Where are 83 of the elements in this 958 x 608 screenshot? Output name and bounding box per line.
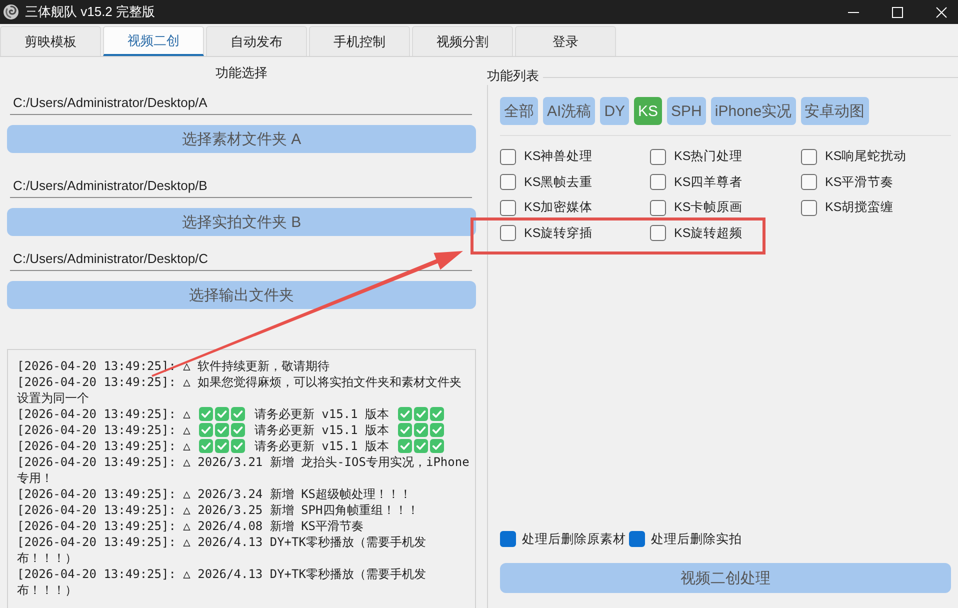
checkbox[interactable] <box>801 148 817 165</box>
checkbox[interactable] <box>650 148 666 165</box>
check-icon <box>231 407 246 421</box>
log-text: 请务必更新 v15.1 版本 <box>254 438 389 454</box>
checkbox-label: KS旋转穿插 <box>524 224 593 242</box>
tab[interactable]: 手机控制 <box>309 26 410 56</box>
check-icon <box>215 439 230 453</box>
checkbox-label: KS四羊尊者 <box>674 174 743 191</box>
check-icon <box>231 423 246 437</box>
checkbox-label: KS响尾蛇扰动 <box>825 148 907 166</box>
checkbox-label: 处理后删除实拍 <box>651 530 742 548</box>
checkbox[interactable] <box>629 531 645 547</box>
panel-title: 功能选择 <box>216 65 268 81</box>
tab[interactable]: 自动发布 <box>206 26 307 56</box>
checkbox-label: KS热门处理 <box>674 148 743 166</box>
swirl-icon <box>3 4 19 20</box>
check-icon <box>414 407 428 421</box>
check-icon <box>398 407 412 421</box>
check-icon <box>199 423 214 437</box>
checkbox-label: KS胡搅蛮缠 <box>825 199 894 216</box>
checkbox[interactable] <box>650 200 666 216</box>
filter-tab[interactable]: iPhone实况 <box>710 97 796 125</box>
log-text: [2026-04-20 13:49:25]: △ <box>17 422 190 438</box>
checkbox-label: KS加密媒体 <box>524 199 593 216</box>
log-text: 请务必更新 v15.1 版本 <box>254 422 389 438</box>
filter-tab[interactable]: 安卓动图 <box>800 97 869 125</box>
log-entry: [2026-04-20 13:49:25]: △ 软件持续更新，敬请期待 <box>17 358 331 374</box>
tab[interactable]: 视频二创 <box>103 26 204 56</box>
checkbox[interactable] <box>500 200 516 216</box>
log-text: [2026-04-20 13:49:25]: △ <box>17 406 190 422</box>
check-icon <box>231 439 246 453</box>
log-text: 请务必更新 v15.1 版本 <box>254 406 389 422</box>
checkbox-label: 处理后删除原素材 <box>522 530 626 548</box>
tab[interactable]: 视频分割 <box>412 26 513 56</box>
check-icon <box>398 423 412 437</box>
log-entry: [2026-04-20 13:49:25]: △ 2026/4.13 DY+TK零秒播放（需要手机发布！！！） <box>17 534 427 566</box>
checkbox[interactable] <box>500 148 516 165</box>
folder-select-button[interactable]: 选择素材文件夹 A <box>7 125 476 153</box>
check-icon <box>199 439 214 453</box>
check-icon <box>414 439 428 453</box>
path-field[interactable]: C:/Users/Administrator/Desktop/B <box>10 175 472 198</box>
check-icon <box>215 407 230 421</box>
checkbox-label: KS卡帧原画 <box>674 199 743 216</box>
window-title: 三体舰队 v15.2 完整版 <box>25 3 156 21</box>
path-field[interactable]: C:/Users/Administrator/Desktop/A <box>10 92 472 115</box>
check-icon <box>199 407 214 421</box>
log-text: [2026-04-20 13:49:25]: △ <box>17 438 190 454</box>
check-icon <box>430 439 444 453</box>
checkbox-label: KS平滑节奏 <box>825 174 894 191</box>
checkbox[interactable] <box>500 531 516 547</box>
checkbox[interactable] <box>500 225 516 242</box>
filter-tab[interactable]: 全部 <box>500 97 538 125</box>
log-entry: [2026-04-20 13:49:25]: △ 如果您觉得麻烦，可以将实拍文件夹和素材文件夹设置为同一个 <box>17 374 463 406</box>
tab[interactable]: 登录 <box>515 26 616 56</box>
check-icon <box>430 423 444 437</box>
filter-tab[interactable]: AI洗稿 <box>543 97 596 125</box>
check-icon <box>215 423 230 437</box>
log-entry: [2026-04-20 13:49:25]: △ 2026/3.25 新增 SPH四角帧重组！！！ <box>17 502 420 518</box>
log-entry: [2026-04-20 13:49:25]: △ 2026/4.13 DY+TK零秒播放（需要手机发布！！！） <box>17 566 427 598</box>
close-icon <box>936 6 946 18</box>
filter-tab[interactable]: KS <box>634 97 662 125</box>
checkbox[interactable] <box>500 174 516 190</box>
check-icon <box>430 407 444 421</box>
process-button[interactable]: 视频二创处理 <box>500 563 951 593</box>
check-icon <box>414 423 428 437</box>
checkbox-label: KS旋转超频 <box>674 224 743 242</box>
checkbox-label: KS黑帧去重 <box>524 174 593 191</box>
folder-select-button[interactable]: 选择实拍文件夹 B <box>7 208 476 236</box>
log-entry: [2026-04-20 13:49:25]: △ 2026/3.24 新增 KS超级帧处理！！！ <box>17 486 413 502</box>
checkbox-label: KS神兽处理 <box>524 148 593 166</box>
checkbox[interactable] <box>650 225 666 242</box>
maximize-icon <box>892 6 902 18</box>
log-entry: [2026-04-20 13:49:25]: △ 2026/4.08 新增 KS平滑节奏 <box>17 518 365 534</box>
log-entry: [2026-04-20 13:49:25]: △ 2026/3.21 新增 龙抬头-IOS专用实况，iPhone专用！ <box>17 454 470 486</box>
checkbox[interactable] <box>801 174 817 190</box>
checkbox[interactable] <box>650 174 666 190</box>
filter-tab[interactable]: SPH <box>667 97 706 125</box>
check-icon <box>398 439 412 453</box>
filter-tab[interactable]: DY <box>600 97 630 125</box>
folder-select-button[interactable]: 选择输出文件夹 <box>7 281 476 309</box>
tab[interactable]: 剪映模板 <box>0 26 101 56</box>
checkbox[interactable] <box>801 200 817 216</box>
group-title: 功能列表 <box>487 67 543 85</box>
